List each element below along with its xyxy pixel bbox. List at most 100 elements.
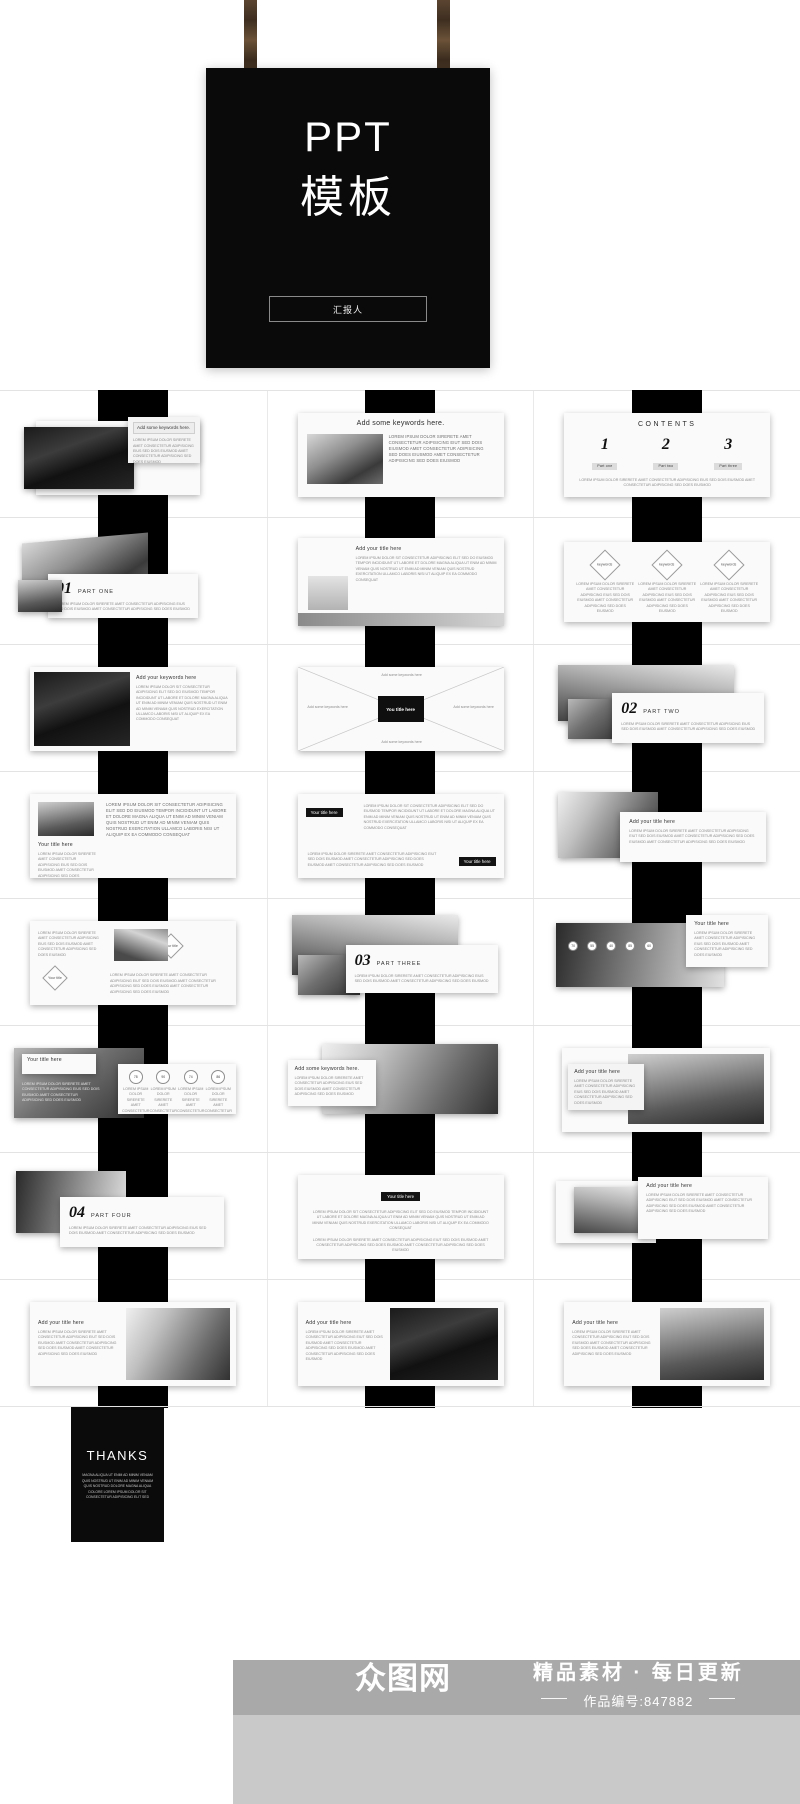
contents-item-1[interactable]: 1 Part one xyxy=(592,436,618,472)
stat-item-2[interactable]: 90 LOREM IPSUM DOLOR SIRERETE AMET CONSE… xyxy=(150,1070,178,1114)
slide-17-body: LOREM IPSUM DOLOR SIRERETE AMET CONSECTE… xyxy=(294,1076,364,1097)
stat-item-3[interactable]: 74 LOREM IPSUM DOLOR SIRERETE AMET CONSE… xyxy=(177,1070,205,1114)
slide-22-photo xyxy=(126,1308,230,1380)
slide-1-keyword-card[interactable]: Add some keywords here. LOREM IPSUM DOLO… xyxy=(128,417,200,463)
slide-cell-4[interactable]: 01 PART ONE LOREM IPSUM DOLOR SIRERETE A… xyxy=(0,517,267,646)
pin-icon-2[interactable]: 55 xyxy=(587,941,598,951)
slide-cell-24[interactable]: Add your title here LOREM IPSUM DOLOR SI… xyxy=(533,1279,800,1408)
pin-icon-5[interactable]: 60 xyxy=(644,941,655,951)
slide-cell-11[interactable]: Your title here LOREM IPSUM DOLOR SIT CO… xyxy=(266,771,534,900)
slide-6-item-3[interactable]: keywords LOREM IPSUM DOLOR SIRERETE AMET… xyxy=(700,549,759,614)
slide-cell-22[interactable]: Add your title here LOREM IPSUM DOLOR SI… xyxy=(0,1279,267,1408)
slide-cell-15[interactable]: 70 55 40 85 60 Your title here LOREM IPS… xyxy=(533,898,800,1027)
pin-icon-4[interactable]: 85 xyxy=(625,941,636,951)
slide-6-body-3: LOREM IPSUM DOLOR SIRERETE AMET CONSECTE… xyxy=(700,582,759,613)
cover-title-cn: 模板 xyxy=(300,173,396,222)
stat-value-3: 74 xyxy=(188,1075,193,1079)
section-four-body: LOREM IPSUM DOLOR SIRERETE AMET CONSECTE… xyxy=(69,1226,207,1236)
slide-cell-6[interactable]: keywords LOREM IPSUM DOLOR SIRERETE AMET… xyxy=(533,517,800,646)
section-divider-two-card[interactable]: 02 PART TWO LOREM IPSUM DOLOR SIRERETE A… xyxy=(612,693,765,743)
slide-15-card[interactable]: Your title here LOREM IPSUM DOLOR SIRERE… xyxy=(686,915,769,967)
pin-value-3: 40 xyxy=(609,944,614,948)
cover-presenter-button[interactable]: 汇报人 xyxy=(269,296,427,322)
contents-item-2[interactable]: 2 Part two xyxy=(653,436,679,472)
slide-cell-5[interactable]: Add your title here LOREM IPSUM DOLOR SI… xyxy=(266,517,534,646)
slide-20-card[interactable]: Your title here LOREM IPSUM DOLOR SIT CO… xyxy=(297,1175,504,1259)
slide-cell-18[interactable]: Add your title here LOREM IPSUM DOLOR SI… xyxy=(533,1025,800,1154)
slide-11-heading-right: Your title here xyxy=(458,857,496,866)
diamond-icon-3: keywords xyxy=(713,549,745,581)
slide-cell-17[interactable]: Add some keywords here. LOREM IPSUM DOLO… xyxy=(266,1025,534,1154)
slide-cell-20[interactable]: Your title here LOREM IPSUM DOLOR SIT CO… xyxy=(266,1152,534,1281)
slide-18-text-card[interactable]: Add your title here LOREM IPSUM DOLOR SI… xyxy=(568,1064,645,1110)
slide-13-card[interactable]: LOREM IPSUM DOLOR SIRERETE AMET CONSECTE… xyxy=(30,921,236,1005)
slide-11-card[interactable]: Your title here LOREM IPSUM DOLOR SIT CO… xyxy=(297,794,504,878)
slide-cell-16[interactable]: Your title here LOREM IPSUM DOLOR SIRERE… xyxy=(0,1025,267,1154)
slide-6-body-1: LOREM IPSUM DOLOR SIRERETE AMET CONSECTE… xyxy=(576,582,635,613)
slide-22-card[interactable]: Add your title here LOREM IPSUM DOLOR SI… xyxy=(30,1302,236,1386)
slide-15-pin-group: 70 55 40 85 60 xyxy=(568,941,655,951)
slide-20-body-1: LOREM IPSUM DOLOR SIT CONSECTETUR ADIPIS… xyxy=(312,1210,489,1231)
stat-circle-3: 74 xyxy=(183,1070,198,1084)
contents-slide-card[interactable]: CONTENTS 1 Part one 2 Part two 3 Part th… xyxy=(564,413,771,497)
cover-poster[interactable]: PPT 模板 汇报人 xyxy=(206,68,490,368)
pin-icon-3[interactable]: 40 xyxy=(606,941,617,951)
slide-16-heading: Your title here xyxy=(27,1057,62,1063)
slide-16-title-card[interactable]: Your title here xyxy=(22,1054,96,1074)
slide-cell-21[interactable]: Add your title here LOREM IPSUM DOLOR SI… xyxy=(533,1152,800,1281)
section-divider-three-card[interactable]: 03 PART THREE LOREM IPSUM DOLOR SIRERETE… xyxy=(345,945,498,993)
slide-6-card[interactable]: keywords LOREM IPSUM DOLOR SIRERETE AMET… xyxy=(564,542,771,622)
watermark-text-group: 精品素材 · 每日更新 作品编号:847882 xyxy=(533,1662,744,1710)
slide-cell-2[interactable]: Add some keywords here. LOREM IPSUM DOLO… xyxy=(266,390,534,519)
slide-24-card[interactable]: Add your title here LOREM IPSUM DOLOR SI… xyxy=(564,1302,771,1386)
cover-area: PPT 模板 汇报人 xyxy=(0,0,800,390)
slide-cell-14[interactable]: 03 PART THREE LOREM IPSUM DOLOR SIRERETE… xyxy=(266,898,534,1027)
slide-16-stats-card[interactable]: 78 LOREM IPSUM DOLOR SIRERETE AMET CONSE… xyxy=(118,1064,236,1114)
slide-23-body: LOREM IPSUM DOLOR SIRERETE AMET CONSECTE… xyxy=(305,1330,383,1361)
slide-12-body: LOREM IPSUM DOLOR SIRERETE AMET CONSECTE… xyxy=(629,829,755,844)
slide-row-5: LOREM IPSUM DOLOR SIRERETE AMET CONSECTE… xyxy=(0,898,800,1027)
slide-7-heading: Add your keywords here xyxy=(136,675,197,681)
slide-cell-3[interactable]: CONTENTS 1 Part one 2 Part two 3 Part th… xyxy=(533,390,800,519)
stat-item-4[interactable]: 86 LOREM IPSUM DOLOR SIRERETE AMET CONSE… xyxy=(205,1070,233,1114)
slide-7-card[interactable]: Add your keywords here LOREM IPSUM DOLOR… xyxy=(30,667,236,751)
section-three-number: 03 xyxy=(354,952,371,969)
slide-6-item-1[interactable]: keywords LOREM IPSUM DOLOR SIRERETE AMET… xyxy=(576,549,635,614)
slide-10-card[interactable]: Your title here LOREM IPSUM DOLOR SIRERE… xyxy=(30,794,236,878)
slide-8-keyword-bottom: Add some keywords here xyxy=(381,739,422,744)
slide-5-card[interactable]: Add your title here LOREM IPSUM DOLOR SI… xyxy=(297,538,504,626)
slide-18-card[interactable]: Add your title here LOREM IPSUM DOLOR SI… xyxy=(562,1048,771,1132)
slide-8-card[interactable]: Add some keywords here Add some keywords… xyxy=(297,667,504,751)
section-divider-four-card[interactable]: 04 PART FOUR LOREM IPSUM DOLOR SIRERETE … xyxy=(60,1197,224,1247)
slide-cell-7[interactable]: Add your keywords here LOREM IPSUM DOLOR… xyxy=(0,644,267,773)
stat-value-2: 90 xyxy=(161,1075,166,1079)
thanks-slide[interactable]: THANKS MAGNA ALIQUA UT ENIM AD MINIM VEN… xyxy=(71,1407,164,1542)
thanks-title: THANKS xyxy=(86,1448,149,1464)
slide-6-item-2[interactable]: keywords LOREM IPSUM DOLOR SIRERETE AMET… xyxy=(638,549,697,614)
slide-23-card[interactable]: Add your title here LOREM IPSUM DOLOR SI… xyxy=(297,1302,504,1386)
slide-row-7: 04 PART FOUR LOREM IPSUM DOLOR SIRERETE … xyxy=(0,1152,800,1281)
contents-heading: CONTENTS xyxy=(637,421,697,428)
slide-21-card[interactable]: Add your title here LOREM IPSUM DOLOR SI… xyxy=(638,1177,769,1239)
slide-cell-9[interactable]: 02 PART TWO LOREM IPSUM DOLOR SIRERETE A… xyxy=(533,644,800,773)
slide-24-photo xyxy=(660,1308,765,1380)
section-divider-one-card[interactable]: 01 PART ONE LOREM IPSUM DOLOR SIRERETE A… xyxy=(48,574,198,618)
pin-icon-1[interactable]: 70 xyxy=(568,941,579,951)
slide-cell-23[interactable]: Add your title here LOREM IPSUM DOLOR SI… xyxy=(266,1279,534,1408)
slide-12-heading: Add your title here xyxy=(629,819,676,825)
slide-12-card[interactable]: Add your title here LOREM IPSUM DOLOR SI… xyxy=(620,812,767,862)
slide-8-keyword-right: Add some keywords here xyxy=(453,705,494,709)
contents-item-3[interactable]: 3 Part three xyxy=(714,436,743,472)
slide-cell-19[interactable]: 04 PART FOUR LOREM IPSUM DOLOR SIRERETE … xyxy=(0,1152,267,1281)
slide-cell-13[interactable]: LOREM IPSUM DOLOR SIRERETE AMET CONSECTE… xyxy=(0,898,267,1027)
section-two-body: LOREM IPSUM DOLOR SIRERETE AMET CONSECTE… xyxy=(621,722,756,732)
slide-cell-1[interactable]: Add some keywords here. LOREM IPSUM DOLO… xyxy=(0,390,267,519)
stat-item-1[interactable]: 78 LOREM IPSUM DOLOR SIRERETE AMET CONSE… xyxy=(122,1070,150,1114)
slide-5-illustration-icon xyxy=(307,576,348,610)
slide-2-card[interactable]: Add some keywords here. LOREM IPSUM DOLO… xyxy=(297,413,504,497)
slide-17-card[interactable]: Add some keywords here. LOREM IPSUM DOLO… xyxy=(287,1060,376,1106)
slide-6-body-2: LOREM IPSUM DOLOR SIRERETE AMET CONSECTE… xyxy=(638,582,697,613)
slide-cell-12[interactable]: Add your title here LOREM IPSUM DOLOR SI… xyxy=(533,771,800,900)
slide-cell-8[interactable]: Add some keywords here Add some keywords… xyxy=(266,644,534,773)
slide-cell-10[interactable]: Your title here LOREM IPSUM DOLOR SIRERE… xyxy=(0,771,267,900)
